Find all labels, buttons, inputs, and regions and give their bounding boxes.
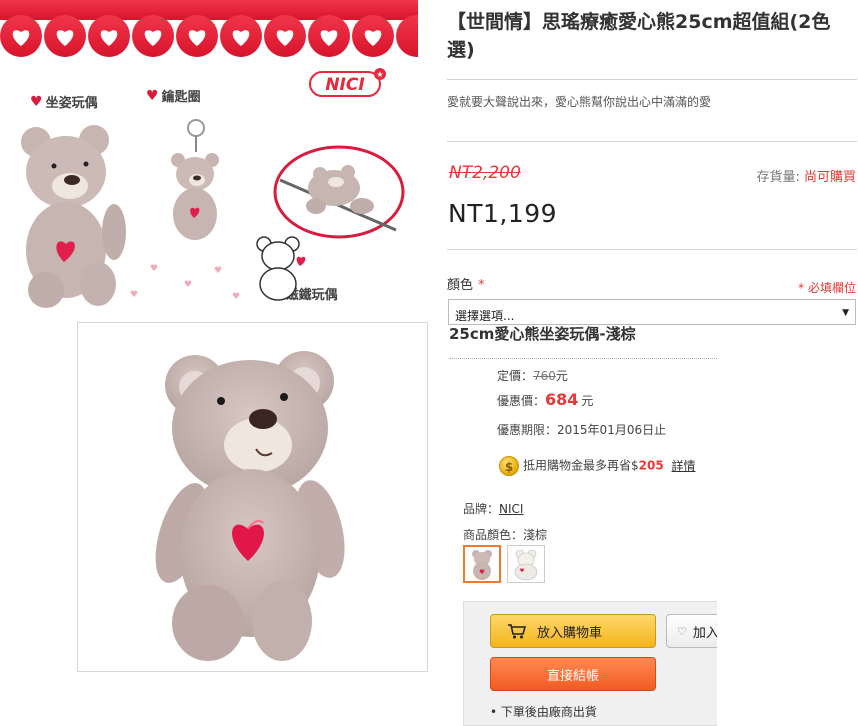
current-price: NT1,199 [448, 199, 558, 228]
variant-title: 25cm愛心熊坐姿玩偶-淺棕 [449, 325, 636, 343]
checkout-button[interactable]: 直接結帳 [490, 657, 656, 691]
original-price: NT2,200 [449, 163, 521, 183]
brand-row: 品牌：NICI [463, 502, 524, 516]
product-subtitle: 愛就要大聲說出來，愛心熊幫你說出心中滿滿的愛 [447, 95, 712, 109]
bear-standing-image [21, 125, 126, 308]
shipping-note: • 下單後由廠商出貨 [490, 705, 597, 719]
heart-icon: ♥ [130, 290, 139, 300]
stock-value: 尚可購買 [803, 170, 856, 185]
heart-icon: ♥ [30, 93, 43, 110]
label-keychain: ♥ 鑰匙圈 [146, 87, 201, 106]
required-field-note: * 必填欄位 [798, 281, 856, 295]
bear-keychain-image [171, 119, 219, 240]
divider [447, 249, 857, 250]
sale-price-value: 684 [545, 390, 579, 409]
product-title: 【世間情】思瑤療癒愛心熊25cm超值組(2色選) [447, 11, 831, 61]
add-to-cart-button[interactable]: 放入購物車 [490, 614, 656, 648]
heart-icon: ♥ [146, 87, 159, 104]
credit-details-link[interactable]: 詳情 [672, 459, 696, 473]
brand-link[interactable]: NICI [499, 502, 523, 516]
divider [447, 79, 857, 80]
purchase-panel: 放入購物車 ♡ 加入 直接結帳 • 下單後由廠商出貨 [463, 601, 717, 726]
shopping-credit-row: $ 抵用購物金最多再省$205 詳情 [499, 456, 696, 476]
stock-status: 存貨量: 尚可購買 [756, 166, 856, 185]
main-product-image[interactable] [77, 322, 428, 672]
bear-product-photo [155, 351, 345, 661]
divider [447, 141, 857, 142]
heart-icon: ♥ [184, 280, 193, 290]
svg-text:NICI: NICI [325, 75, 364, 95]
deadline-value: 2015年01月06日止 [557, 423, 667, 437]
list-price-row: 定價：760元 [497, 369, 568, 383]
required-mark: * [478, 278, 485, 293]
bear-thumbnail [514, 549, 538, 581]
deadline-row: 優惠期限：2015年01月06日止 [497, 423, 667, 437]
hearts-border-decoration [0, 0, 418, 57]
product-color-value: 淺棕 [523, 528, 548, 542]
color-select[interactable]: 選擇選項... ▼ [448, 299, 856, 325]
dropdown-arrow-icon: ▼ [842, 308, 849, 318]
color-option-label: 顏色 * [447, 278, 485, 293]
label-sitting-doll: ♥ 坐姿玩偶 [30, 93, 98, 112]
color-swatch-white[interactable] [507, 545, 545, 583]
credit-amount: 205 [638, 458, 664, 473]
bear-magnet-circle-image [273, 145, 405, 239]
heart-icon: ♥ [214, 266, 223, 276]
sale-price-row: 優惠價：684 元 [497, 390, 594, 409]
stock-label: 存貨量: [756, 170, 800, 185]
dotted-divider [449, 358, 717, 359]
heart-outline-icon: ♡ [677, 624, 687, 638]
cart-icon [508, 624, 527, 639]
product-color-row: 商品顏色：淺棕 [463, 528, 548, 542]
nici-brand-logo: NICI ★ [309, 68, 386, 97]
heart-icon: ♥ [232, 292, 241, 302]
bear-sketch-image [256, 236, 306, 301]
color-swatch-light-brown[interactable] [463, 545, 501, 583]
bear-thumbnail [472, 550, 492, 580]
promo-banner: NICI ★ ♥ 坐姿玩偶 ♥ 鑰匙圈 ♥ 磁鐵玩偶 [0, 0, 418, 312]
list-price-value: 760 [533, 369, 556, 383]
svg-text:★: ★ [376, 70, 383, 79]
add-favorite-button[interactable]: ♡ 加入 [666, 614, 717, 648]
coin-icon: $ [499, 456, 519, 476]
heart-icon: ♥ [150, 264, 159, 274]
select-placeholder: 選擇選項... [455, 309, 515, 323]
